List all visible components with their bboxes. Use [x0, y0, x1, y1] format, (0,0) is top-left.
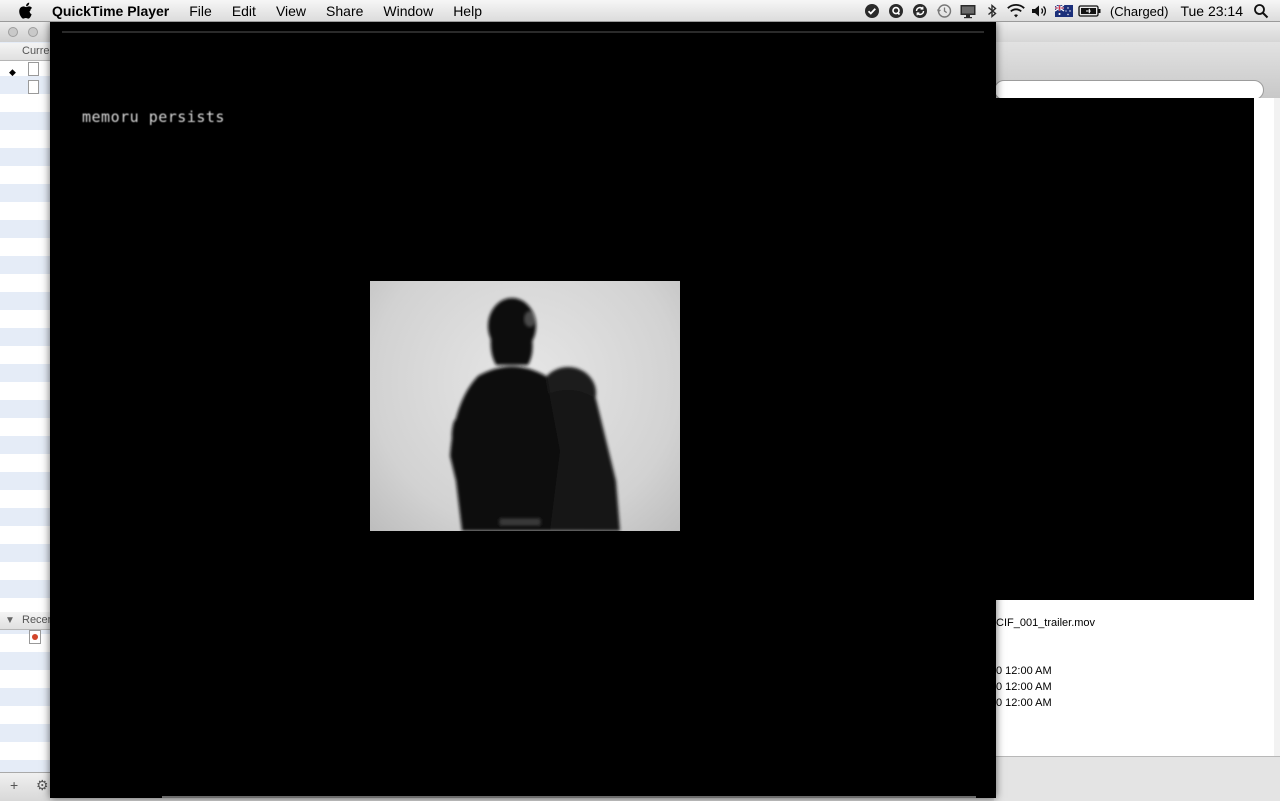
time-machine-icon[interactable]: [933, 0, 955, 22]
status-strip: [994, 756, 1280, 801]
scrollbar[interactable]: [1274, 98, 1280, 756]
disclosure-bullet-icon[interactable]: ◆: [9, 67, 16, 78]
title-bar-line: [62, 31, 984, 33]
document-icon[interactable]: [28, 62, 39, 76]
menu-file[interactable]: File: [179, 3, 222, 19]
checkmark-badge-icon[interactable]: [861, 0, 883, 22]
info-content: CIF_001_trailer.mov 0 12:00 AM 0 12:00 A…: [994, 98, 1274, 756]
movie-preview[interactable]: [994, 98, 1254, 600]
volume-icon[interactable]: [1029, 0, 1051, 22]
q-circle-icon[interactable]: [885, 0, 907, 22]
menu-extras: (Charged) Tue 23:14: [860, 0, 1280, 22]
section-current-label: Curre: [22, 45, 50, 57]
date-modified: 0 12:00 AM: [996, 681, 1052, 693]
menu-bar: QuickTime Player File Edit View Share Wi…: [0, 0, 1280, 22]
recent-file-icon[interactable]: [29, 630, 41, 644]
menu-window[interactable]: Window: [373, 3, 443, 19]
sidebar-bottom-bar: + ⚙: [0, 772, 52, 801]
close-window-icon[interactable]: [8, 27, 18, 37]
video-frame[interactable]: [370, 281, 680, 531]
window-resize-track: [162, 796, 976, 798]
window-titlebar: [994, 22, 1280, 42]
sync-circle-icon[interactable]: [909, 0, 931, 22]
wifi-icon[interactable]: [1005, 0, 1027, 22]
background-info-window: CIF_001_trailer.mov 0 12:00 AM 0 12:00 A…: [994, 22, 1280, 801]
battery-icon[interactable]: [1077, 0, 1103, 22]
display-icon[interactable]: [957, 0, 979, 22]
bluetooth-icon[interactable]: [981, 0, 1003, 22]
add-icon[interactable]: +: [10, 777, 18, 793]
silhouette-figures-image: [450, 298, 620, 531]
gear-icon[interactable]: ⚙: [36, 777, 49, 794]
menu-view[interactable]: View: [266, 3, 316, 19]
menu-share[interactable]: Share: [316, 3, 373, 19]
date-created: 0 12:00 AM: [996, 665, 1052, 677]
video-caption: memoru persists: [82, 108, 225, 126]
battery-status-text[interactable]: (Charged): [1104, 4, 1175, 19]
apple-menu-icon[interactable]: [18, 2, 36, 19]
menu-help[interactable]: Help: [443, 3, 492, 19]
date-last-opened: 0 12:00 AM: [996, 697, 1052, 709]
disclosure-triangle-icon[interactable]: ▼: [5, 615, 15, 626]
minimize-window-icon[interactable]: [28, 27, 38, 37]
app-name-menu[interactable]: QuickTime Player: [52, 3, 179, 19]
file-name: CIF_001_trailer.mov: [996, 617, 1096, 629]
spotlight-search-icon[interactable]: [1250, 0, 1272, 22]
document-icon[interactable]: [28, 80, 39, 94]
background-sidebar-window: Curre ◆ ▼ Recer + ⚙: [0, 22, 52, 801]
australia-flag-icon[interactable]: [1053, 0, 1075, 22]
window-titlebar: [0, 22, 52, 42]
menu-edit[interactable]: Edit: [222, 3, 266, 19]
quicktime-player-window[interactable]: memoru persists: [50, 22, 996, 798]
window-toolbar: [994, 42, 1280, 100]
search-field[interactable]: [994, 80, 1264, 100]
menu-clock[interactable]: Tue 23:14: [1174, 3, 1249, 19]
section-recent-label: Recer: [22, 614, 52, 626]
